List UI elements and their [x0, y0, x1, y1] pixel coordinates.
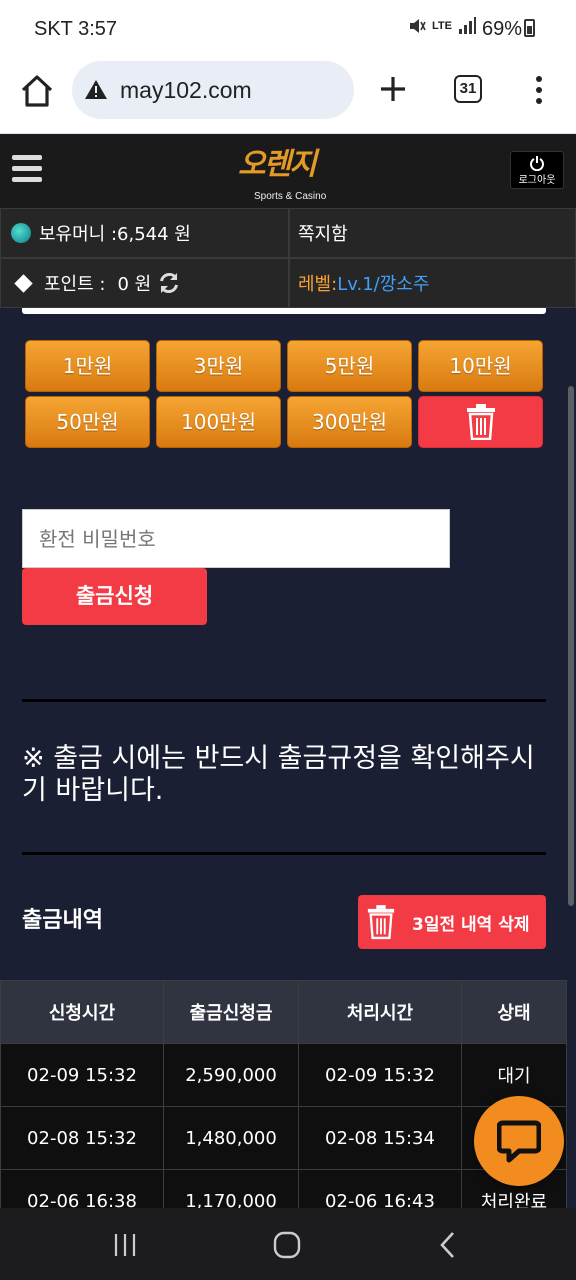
amount-button-1000000[interactable]: 100만원: [156, 396, 281, 448]
diamond-icon: [14, 273, 33, 293]
new-tab-icon[interactable]: [376, 72, 410, 106]
system-nav-bar: [0, 1208, 576, 1280]
table-header-row: 신청시간 출금신청금 처리시간 상태: [0, 980, 567, 1044]
level-cell: 레벨: Lv.1/깡소주: [289, 258, 576, 308]
amount-button-100000[interactable]: 10만원: [418, 340, 543, 392]
logout-label: 로그아웃: [518, 175, 556, 186]
site-logo[interactable]: 오렌지 Sports & Casino: [238, 139, 344, 203]
soccer-ball-icon: [11, 223, 31, 243]
processed-time-cell: 02-09 15:32: [298, 1043, 462, 1107]
battery-percent: 69%: [482, 18, 523, 40]
amount-cell: 2,590,000: [163, 1043, 299, 1107]
battery-indicator: 69%: [482, 17, 536, 41]
browser-menu-icon[interactable]: [528, 73, 550, 107]
account-info-panel: 보유머니 :6,544 원 쪽지함 포인트 : 0 원 레벨: Lv.1/깡소주: [0, 208, 576, 308]
recent-apps-icon[interactable]: [110, 1230, 142, 1260]
withdraw-password-input[interactable]: [22, 509, 450, 568]
request-time-cell: 02-08 15:32: [0, 1106, 164, 1170]
column-header: 상태: [461, 980, 567, 1044]
withdraw-notice: ※ 출금 시에는 반드시 출금규정을 확인해주시기 바랍니다.: [22, 743, 535, 806]
messages-link[interactable]: 쪽지함: [289, 208, 576, 258]
back-icon[interactable]: [432, 1230, 464, 1260]
live-chat-button[interactable]: [474, 1096, 564, 1186]
divider: [22, 699, 546, 702]
points-label: 포인트 :: [44, 274, 106, 295]
logout-button[interactable]: 로그아웃: [510, 151, 564, 189]
chat-bubble-icon: [497, 1120, 541, 1163]
tab-switcher-button[interactable]: 31: [454, 75, 482, 103]
clear-amount-button[interactable]: [418, 396, 543, 448]
refresh-icon[interactable]: [157, 271, 181, 295]
amount-button-10000[interactable]: 1만원: [25, 340, 150, 392]
network-type: LTE: [432, 20, 452, 32]
level-value: Lv.1/깡소주: [337, 274, 430, 295]
column-header: 신청시간: [0, 980, 164, 1044]
processed-time-cell: 02-08 15:34: [298, 1106, 462, 1170]
points-cell: 포인트 : 0 원: [0, 258, 289, 308]
amount-button-50000[interactable]: 5만원: [287, 340, 412, 392]
mute-icon: [410, 19, 426, 33]
warning-icon[interactable]: [84, 78, 108, 102]
amount-button-30000[interactable]: 3만원: [156, 340, 281, 392]
delete-old-history-button[interactable]: 3일전 내역 삭제: [358, 895, 546, 949]
logo-brand: 오렌지: [238, 147, 317, 182]
withdraw-submit-button[interactable]: 출금신청: [22, 568, 207, 625]
amount-cell: 1,480,000: [163, 1106, 299, 1170]
divider: [22, 852, 546, 855]
status-time: SKT 3:57: [34, 18, 118, 40]
battery-icon: [524, 19, 536, 37]
url-text: may102.com: [120, 77, 252, 103]
column-header: 처리시간: [298, 980, 462, 1044]
level-label: 레벨:: [298, 274, 338, 295]
history-title: 출금내역: [22, 908, 103, 933]
page-scrollbar[interactable]: [568, 386, 574, 906]
amount-button-500000[interactable]: 50만원: [25, 396, 150, 448]
column-header: 출금신청금: [163, 980, 299, 1044]
status-bar: SKT 3:57 LTE 69%: [0, 0, 576, 58]
withdraw-history-table: 신청시간 출금신청금 처리시간 상태 02-09 15:32 2,590,000…: [0, 980, 567, 1233]
power-icon: [530, 156, 544, 171]
points-value: 0 원: [117, 274, 152, 295]
trash-icon: [367, 905, 395, 940]
address-bar[interactable]: may102.com: [72, 61, 354, 119]
request-time-cell: 02-09 15:32: [0, 1043, 164, 1107]
system-icons: LTE: [408, 17, 476, 35]
table-row: 02-09 15:32 2,590,000 02-09 15:32 대기: [0, 1043, 567, 1107]
delete-old-history-label: 3일전 내역 삭제: [412, 915, 530, 935]
home-icon[interactable]: [18, 72, 56, 110]
hamburger-menu-icon[interactable]: [12, 155, 42, 185]
signal-icon: [458, 17, 476, 34]
home-nav-icon[interactable]: [271, 1230, 303, 1260]
amount-button-3000000[interactable]: 300만원: [287, 396, 412, 448]
trash-icon: [466, 404, 495, 440]
money-cell: 보유머니 :6,544 원: [0, 208, 289, 258]
messages-label: 쪽지함: [298, 224, 348, 245]
logo-tagline: Sports & Casino: [254, 191, 327, 202]
site-header: 오렌지 Sports & Casino 로그아웃: [0, 135, 576, 208]
money-text: 보유머니 :6,544 원: [39, 224, 191, 245]
withdraw-main: 1만원 3만원 5만원 10만원 50만원 100만원 300만원 출금신청 ※…: [0, 308, 576, 1233]
browser-toolbar: may102.com 31: [0, 58, 576, 134]
amount-input[interactable]: [22, 308, 546, 314]
